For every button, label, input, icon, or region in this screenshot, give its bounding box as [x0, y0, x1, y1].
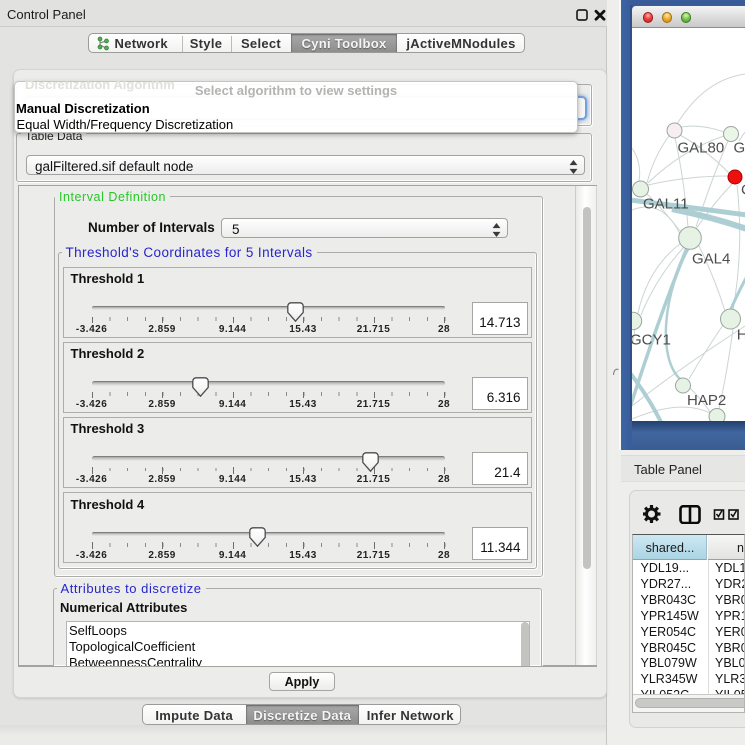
svg-text:C: C [741, 181, 745, 198]
svg-text:HAP2: HAP2 [687, 392, 726, 409]
svg-text:GA: GA [734, 140, 745, 157]
svg-text:H: H [737, 326, 745, 343]
svg-text:GCY1: GCY1 [632, 331, 671, 348]
svg-text:GAL80: GAL80 [678, 140, 725, 157]
svg-text:GAL4: GAL4 [692, 251, 730, 268]
svg-text:GAL11: GAL11 [643, 196, 689, 213]
